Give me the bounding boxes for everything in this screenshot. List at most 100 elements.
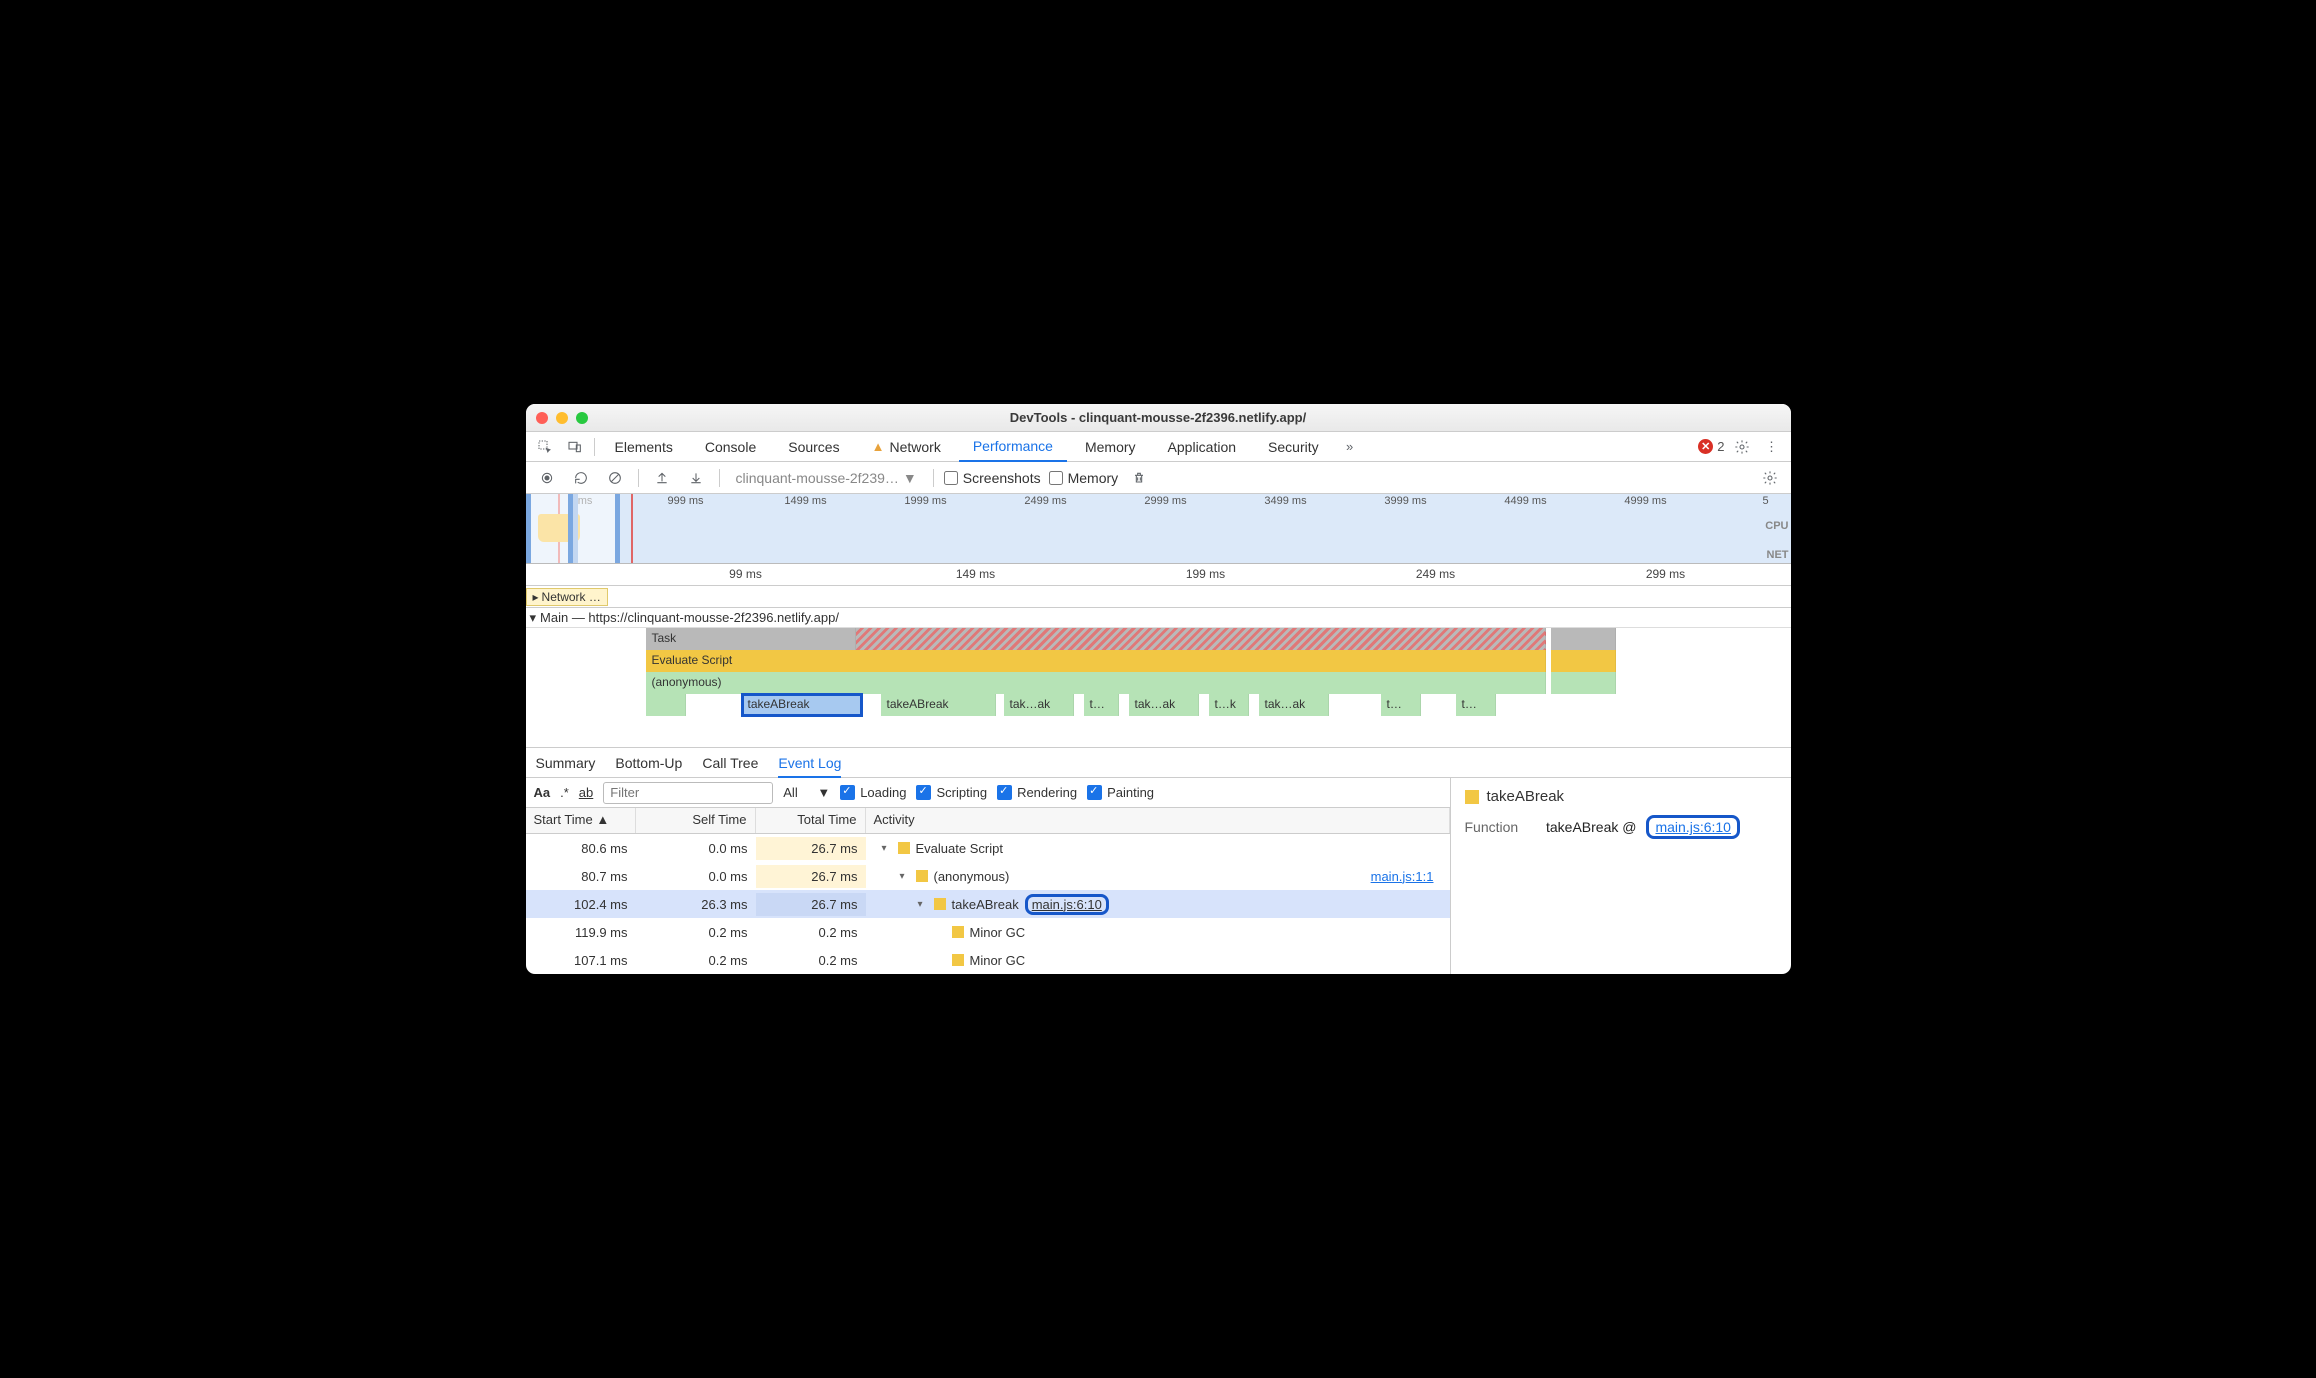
close-icon[interactable] <box>536 412 548 424</box>
device-toggle-icon[interactable] <box>562 434 588 460</box>
activity-label: Evaluate Script <box>916 841 1003 856</box>
table-row[interactable]: 80.6 ms0.0 ms26.7 ms▾Evaluate Script <box>526 834 1450 862</box>
flame-fn[interactable] <box>646 694 686 716</box>
match-case-icon[interactable]: Aa <box>534 785 551 800</box>
record-icon[interactable] <box>534 465 560 491</box>
range-handle-right[interactable] <box>568 494 620 563</box>
network-track[interactable]: ▸ Network … <box>526 586 1791 608</box>
tab-call-tree[interactable]: Call Tree <box>702 748 758 778</box>
tab-summary[interactable]: Summary <box>536 748 596 778</box>
tick: 2499 ms <box>1024 495 1066 507</box>
main-thread-label: Main — https://clinquant-mousse-2f2396.n… <box>540 610 839 625</box>
memory-label: Memory <box>1068 470 1119 486</box>
tab-elements[interactable]: Elements <box>601 432 687 462</box>
function-row: Function takeABreak @ main.js:6:10 <box>1465 815 1777 839</box>
tab-network-label: Network <box>889 432 940 462</box>
disclosure-icon[interactable]: ▾ <box>918 899 928 910</box>
tab-network[interactable]: ▲Network <box>858 432 955 462</box>
event-log-table: Aa .* ab All ▼ Loading Scripting Renderi… <box>526 778 1451 974</box>
more-tabs-icon[interactable]: » <box>1337 434 1363 460</box>
function-label: Function <box>1465 819 1519 835</box>
marker <box>631 494 633 563</box>
download-icon[interactable] <box>683 465 709 491</box>
network-track-label[interactable]: ▸ Network … <box>526 588 608 606</box>
upload-icon[interactable] <box>649 465 675 491</box>
flame-fn-selected[interactable]: takeABreak <box>742 694 862 716</box>
match-whole-word-icon[interactable]: ab <box>579 785 593 800</box>
flame-fn[interactable]: takeABreak <box>881 694 996 716</box>
tab-application[interactable]: Application <box>1154 432 1251 462</box>
devtools-window: DevTools - clinquant-mousse-2f2396.netli… <box>526 404 1791 974</box>
flame-eval[interactable] <box>1551 650 1616 672</box>
details-sidebar: takeABreak Function takeABreak @ main.js… <box>1451 778 1791 974</box>
table-row[interactable]: 102.4 ms26.3 ms26.7 ms▾takeABreakmain.js… <box>526 890 1450 918</box>
filter-input[interactable] <box>603 782 773 804</box>
tab-security[interactable]: Security <box>1254 432 1333 462</box>
flame-fn[interactable]: t… <box>1381 694 1421 716</box>
maximize-icon[interactable] <box>576 412 588 424</box>
source-link[interactable]: main.js:6:10 <box>1655 819 1730 835</box>
network-label-text: Network … <box>542 590 601 604</box>
inspect-icon[interactable] <box>532 434 558 460</box>
check-scripting[interactable]: Scripting <box>916 785 987 800</box>
regex-icon[interactable]: .* <box>560 785 569 800</box>
flame-fn[interactable]: tak…ak <box>1259 694 1329 716</box>
performance-toolbar: clinquant-mousse-2f239… ▼ Screenshots Me… <box>526 462 1791 494</box>
capture-settings-icon[interactable] <box>1757 465 1783 491</box>
tick: 1499 ms <box>784 495 826 507</box>
table-row[interactable]: 107.1 ms0.2 ms0.2 msMinor GC <box>526 946 1450 974</box>
activity-label: (anonymous) <box>934 869 1010 884</box>
check-painting[interactable]: Painting <box>1087 785 1154 800</box>
source-link[interactable]: main.js:1:1 <box>1371 869 1434 884</box>
col-start-time[interactable]: Start Time ▲ <box>526 808 636 833</box>
source-link[interactable]: main.js:6:10 <box>1032 897 1102 912</box>
tab-performance[interactable]: Performance <box>959 432 1067 462</box>
details-pane: Aa .* ab All ▼ Loading Scripting Renderi… <box>526 778 1791 974</box>
flame-anon[interactable] <box>1551 672 1616 694</box>
tick: 999 ms <box>667 495 703 507</box>
flame-chart[interactable]: Task Evaluate Script (anonymous) takeABr… <box>526 628 1791 748</box>
main-thread-header[interactable]: ▾ Main — https://clinquant-mousse-2f2396… <box>526 608 1791 628</box>
disclosure-icon[interactable]: ▾ <box>900 871 910 882</box>
garbage-collect-icon[interactable] <box>1126 465 1152 491</box>
profile-selector[interactable]: clinquant-mousse-2f239… ▼ <box>730 470 923 486</box>
reload-icon[interactable] <box>568 465 594 491</box>
flame-task[interactable]: Task <box>646 628 856 650</box>
tick: 199 ms <box>1186 567 1225 581</box>
clear-icon[interactable] <box>602 465 628 491</box>
profile-label: clinquant-mousse-2f239… <box>736 470 899 486</box>
tab-memory[interactable]: Memory <box>1071 432 1150 462</box>
minimize-icon[interactable] <box>556 412 568 424</box>
table-row[interactable]: 119.9 ms0.2 ms0.2 msMinor GC <box>526 918 1450 946</box>
flame-task-long[interactable] <box>856 628 1546 650</box>
flame-task[interactable] <box>1551 628 1616 650</box>
flame-fn[interactable]: t… <box>1084 694 1119 716</box>
tab-event-log[interactable]: Event Log <box>778 748 841 778</box>
filter-row: Aa .* ab All ▼ Loading Scripting Renderi… <box>526 778 1450 808</box>
category-select[interactable]: All ▼ <box>783 785 830 800</box>
flame-fn[interactable]: t… <box>1456 694 1496 716</box>
flame-fn[interactable]: t…k <box>1209 694 1249 716</box>
col-self-time[interactable]: Self Time <box>636 808 756 833</box>
settings-icon[interactable] <box>1729 434 1755 460</box>
tab-console[interactable]: Console <box>691 432 770 462</box>
overview-timeline[interactable]: 9 ms 999 ms 1499 ms 1999 ms 2499 ms 2999… <box>526 494 1791 564</box>
col-total-time[interactable]: Total Time <box>756 808 866 833</box>
screenshots-checkbox[interactable]: Screenshots <box>944 470 1041 486</box>
col-activity[interactable]: Activity <box>866 808 1450 833</box>
flame-eval[interactable]: Evaluate Script <box>646 650 1546 672</box>
devtools-tabs: Elements Console Sources ▲Network Perfor… <box>526 432 1791 462</box>
error-count: 2 <box>1717 439 1724 454</box>
disclosure-icon[interactable]: ▾ <box>882 843 892 854</box>
script-icon <box>898 842 910 854</box>
error-counter[interactable]: ✕ 2 <box>1698 439 1724 454</box>
tab-sources[interactable]: Sources <box>774 432 853 462</box>
memory-checkbox[interactable]: Memory <box>1049 470 1119 486</box>
flame-fn[interactable]: tak…ak <box>1004 694 1074 716</box>
check-rendering[interactable]: Rendering <box>997 785 1077 800</box>
check-loading[interactable]: Loading <box>840 785 906 800</box>
flame-anon[interactable]: (anonymous) <box>646 672 1546 694</box>
flame-fn[interactable]: tak…ak <box>1129 694 1199 716</box>
tab-bottom-up[interactable]: Bottom-Up <box>615 748 682 778</box>
kebab-menu-icon[interactable]: ⋮ <box>1759 434 1785 460</box>
